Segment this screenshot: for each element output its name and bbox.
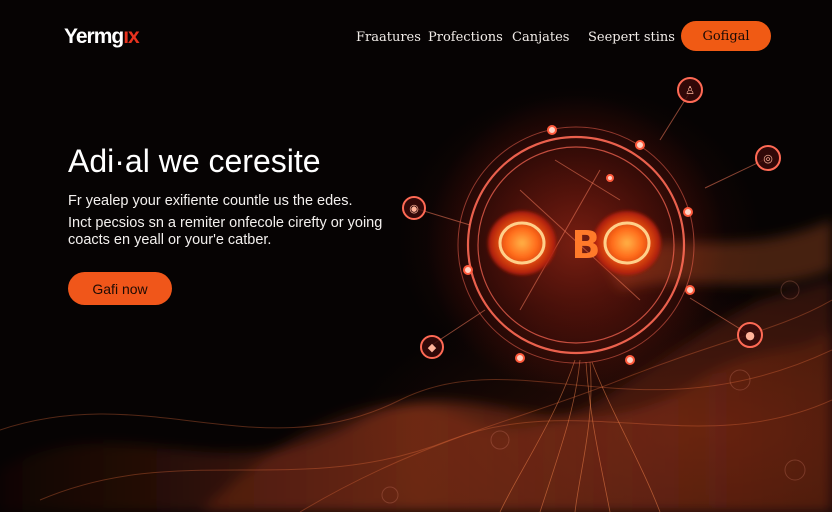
svg-text:◉: ◉ bbox=[409, 202, 419, 215]
nav-item-features[interactable]: Fraatures bbox=[356, 30, 421, 45]
hero-artwork: B ♙ ◎ ◉ ◆ ● bbox=[0, 77, 832, 512]
center-letter: B bbox=[572, 223, 601, 267]
nav-item-contacts[interactable]: Canjates bbox=[512, 30, 569, 45]
coin-left bbox=[488, 211, 556, 275]
svg-text:●: ● bbox=[745, 329, 755, 342]
hero-title: Adi·al we ceresite bbox=[68, 143, 321, 179]
header-cta-button[interactable]: Gofigal bbox=[681, 21, 771, 51]
nav-item-support[interactable]: Seepert stins bbox=[588, 30, 675, 45]
hero-text-line-1: Fr yealep your exifiente countle us the … bbox=[68, 193, 353, 209]
nav-item-protections[interactable]: Profections bbox=[428, 30, 503, 45]
landing-page: B ♙ ◎ ◉ ◆ ● Yermgıx Fraatures Profection… bbox=[0, 0, 832, 512]
hero-text-line-2: Inct pecsios sn a remiter onfecole ciref… bbox=[68, 215, 383, 231]
svg-text:◆: ◆ bbox=[428, 341, 437, 354]
svg-text:◎: ◎ bbox=[763, 152, 773, 165]
coin-right bbox=[593, 211, 661, 275]
svg-text:♙: ♙ bbox=[685, 84, 695, 97]
hero-cta-button[interactable]: Gafi now bbox=[68, 272, 172, 305]
hero-text-line-3: coacts en yeall or your'e catber. bbox=[68, 232, 272, 248]
